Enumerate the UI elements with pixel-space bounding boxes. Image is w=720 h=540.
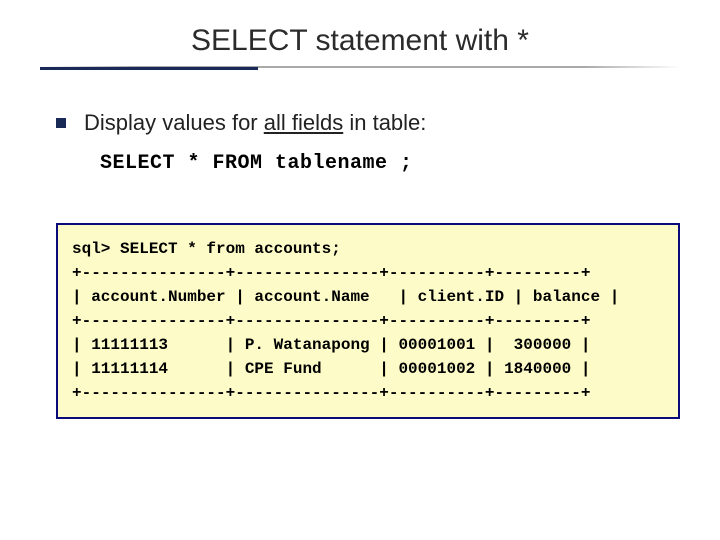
bullet-text-prefix: Display values for bbox=[84, 110, 264, 135]
slide-title: SELECT statement with * bbox=[191, 24, 529, 64]
sql-data-row: | 11111113 | P. Watanapong | 00001001 | … bbox=[72, 336, 590, 354]
slide-body: Display values for all fields in table: … bbox=[40, 110, 680, 419]
bullet-text-underlined: all fields bbox=[264, 110, 343, 135]
bullet-text-suffix: in table: bbox=[343, 110, 426, 135]
bullet-text: Display values for all fields in table: bbox=[84, 110, 426, 136]
sql-separator: +---------------+---------------+-------… bbox=[72, 312, 590, 330]
sql-separator: +---------------+---------------+-------… bbox=[72, 264, 590, 282]
sql-separator: +---------------+---------------+-------… bbox=[72, 384, 590, 402]
title-underline bbox=[40, 66, 680, 70]
bullet-item: Display values for all fields in table: bbox=[56, 110, 680, 136]
sql-header-row: | account.Number | account.Name | client… bbox=[72, 288, 619, 306]
square-bullet-icon bbox=[56, 118, 66, 128]
title-area: SELECT statement with * bbox=[40, 24, 680, 70]
code-snippet: SELECT * FROM tablename ; bbox=[100, 152, 680, 175]
sql-output-box: sql> SELECT * from accounts; +----------… bbox=[56, 223, 680, 419]
sql-data-row: | 11111114 | CPE Fund | 00001002 | 18400… bbox=[72, 360, 590, 378]
slide: SELECT statement with * Display values f… bbox=[0, 0, 720, 540]
sql-prompt-line: sql> SELECT * from accounts; bbox=[72, 240, 341, 258]
